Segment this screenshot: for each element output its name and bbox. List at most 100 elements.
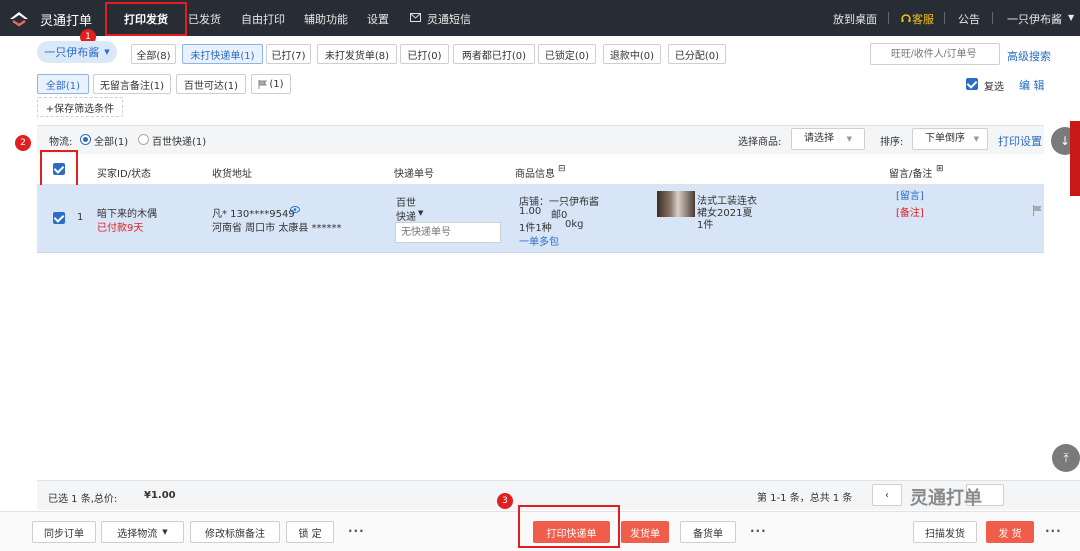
highlight-print-express [518, 505, 620, 548]
side-promo-banner[interactable] [1070, 121, 1080, 196]
chevron-down-icon: ▼ [162, 528, 168, 536]
choose-logistics-button[interactable]: 选择物流 ▼ [101, 521, 184, 543]
print-invoice-button[interactable]: 发货单 [621, 521, 669, 543]
order-tab-both-printed[interactable]: 两者都已打(0) [453, 44, 535, 64]
order-tab-unprinted-express[interactable]: 未打快递单(1) [182, 44, 263, 64]
order-tab-all[interactable]: 全部(8) [131, 44, 176, 64]
sort-label: 排序: [880, 137, 904, 148]
more-icon[interactable]: ··· [1045, 524, 1062, 538]
multi-select-label: 复选 [984, 82, 1004, 93]
chevron-down-icon: ▼ [104, 48, 110, 56]
order-tab-assigned[interactable]: 已分配(0) [668, 44, 726, 64]
top-nav: 灵通打单 打印发货 已发货 自由打印 辅助功能 设置 灵通短信 放到桌面 客服 … [0, 0, 1080, 36]
sync-orders-button[interactable]: 同步订单 [32, 521, 96, 543]
logistics-label: 物流: [49, 137, 73, 148]
header-message: 留言/备注 [889, 169, 933, 180]
app-title: 灵通打单 [40, 14, 93, 29]
logistics-bestway-label: 百世快递(1) [152, 137, 207, 148]
flag-icon [258, 79, 268, 89]
lock-button[interactable]: 锁 定 [286, 521, 334, 543]
advanced-search-link[interactable]: 高级搜索 [1007, 48, 1051, 64]
address: 河南省 周口市 太康县 ****** [212, 223, 342, 234]
total-price: ¥1.00 [144, 490, 176, 501]
headset-icon [901, 14, 911, 22]
header-tracking: 快递单号 [394, 169, 434, 180]
product-thumbnail [657, 191, 695, 217]
buyer-id[interactable]: 暗下来的木偶 [97, 205, 157, 220]
logistics-all-radio[interactable] [80, 134, 91, 145]
goods-select[interactable]: 请选择 ▼ [791, 128, 865, 150]
notice-link[interactable]: 公告 [958, 11, 980, 27]
collapse-icon[interactable]: ⊟ [558, 164, 566, 174]
more-icon[interactable]: ··· [348, 524, 365, 538]
chevron-down-icon: ▼ [973, 135, 979, 143]
weight: 0kg [565, 219, 584, 230]
row-index: 1 [77, 212, 84, 223]
scan-ship-button[interactable]: 扫描发货 [913, 521, 977, 543]
sub-filter-no-message[interactable]: 无留言备注(1) [93, 74, 171, 94]
remark-link[interactable]: [备注] [896, 204, 924, 219]
pin-desktop-link[interactable]: 放到桌面 [833, 11, 877, 27]
chevron-down-icon: ▼ [418, 209, 424, 217]
sub-filter-flag[interactable]: (1) [251, 74, 291, 94]
prev-page-button[interactable]: ‹ [872, 484, 902, 506]
tracking-input[interactable] [395, 222, 501, 243]
tab-print-ship[interactable]: 打印发货 [105, 2, 187, 36]
logistics-bestway-radio[interactable] [138, 134, 149, 145]
picking-list-button[interactable]: 备货单 [680, 521, 736, 543]
eye-icon[interactable] [290, 206, 300, 213]
sub-filter-all[interactable]: 全部(1) [37, 74, 89, 94]
print-settings-link[interactable]: 打印设置 [998, 133, 1042, 149]
header-goods: 商品信息 [515, 169, 555, 180]
more-icon[interactable]: ··· [750, 524, 767, 538]
customer-service-link[interactable]: 客服 [912, 11, 934, 27]
highlight-select-all [40, 150, 78, 187]
watermark: 灵通打单 [910, 488, 982, 509]
goods-label: 选择商品: [738, 137, 782, 148]
item-count: 1件 [697, 220, 714, 231]
order-status: 已付款9天 [97, 223, 144, 234]
chevron-down-icon: ▼ [846, 135, 852, 143]
sub-filter-bestway[interactable]: 百世可达(1) [176, 74, 246, 94]
user-menu[interactable]: 一只伊布酱 [1007, 11, 1062, 27]
tab-sms[interactable]: 灵通短信 [427, 11, 471, 27]
tab-free-print[interactable]: 自由打印 [241, 11, 285, 27]
modify-flag-button[interactable]: 修改标旗备注 [190, 521, 280, 543]
mail-icon [410, 13, 421, 22]
order-tab-printed-invoice[interactable]: 已打(0) [400, 44, 449, 64]
pagination-info: 第 1-1 条，总共 1 条 [757, 493, 853, 504]
expand-icon[interactable]: ⊞ [936, 164, 944, 174]
app-logo-icon [10, 12, 28, 27]
recipient: 凡* 130****9549 [212, 209, 295, 220]
order-tab-locked[interactable]: 已锁定(0) [538, 44, 596, 64]
header-buyer: 买家ID/状态 [97, 169, 152, 180]
save-filter-button[interactable]: +保存筛选条件 [37, 97, 123, 117]
order-tab-printed[interactable]: 已打(7) [266, 44, 311, 64]
message-link[interactable]: [留言] [896, 187, 924, 202]
edit-link[interactable]: 编 辑 [1019, 77, 1045, 93]
split-package-link[interactable]: 一单多包 [519, 233, 559, 248]
ship-button[interactable]: 发 货 [986, 521, 1034, 543]
courier-line1: 百世 [396, 198, 416, 209]
flag-icon[interactable] [1032, 205, 1043, 216]
search-input[interactable] [870, 43, 1000, 65]
quantity: 1件1种 [519, 223, 552, 234]
tab-tools[interactable]: 辅助功能 [304, 11, 348, 27]
store-select[interactable]: 一只伊布酱 ▼ [37, 41, 117, 63]
order-tab-refunding[interactable]: 退款中(0) [603, 44, 661, 64]
row-checkbox[interactable] [53, 212, 65, 224]
header-address: 收货地址 [212, 169, 252, 180]
courier-line2[interactable]: 快递 [396, 208, 416, 223]
order-tab-unprinted-invoice[interactable]: 未打发货单(8) [317, 44, 397, 64]
price: 1.00 [519, 206, 542, 217]
annotation-badge-2: 2 [15, 135, 31, 151]
annotation-badge-3: 3 [497, 493, 513, 509]
logistics-all-label: 全部(1) [94, 137, 129, 148]
tab-shipped[interactable]: 已发货 [188, 11, 221, 27]
selected-summary: 已选 1 条,总价: [48, 494, 118, 505]
chevron-down-icon: ▼ [1068, 13, 1075, 22]
sort-select[interactable]: 下单倒序 ▼ [912, 128, 988, 150]
back-to-top-button[interactable]: ⤒ [1052, 444, 1080, 472]
multi-select-checkbox[interactable] [966, 78, 978, 90]
tab-settings[interactable]: 设置 [367, 11, 389, 27]
